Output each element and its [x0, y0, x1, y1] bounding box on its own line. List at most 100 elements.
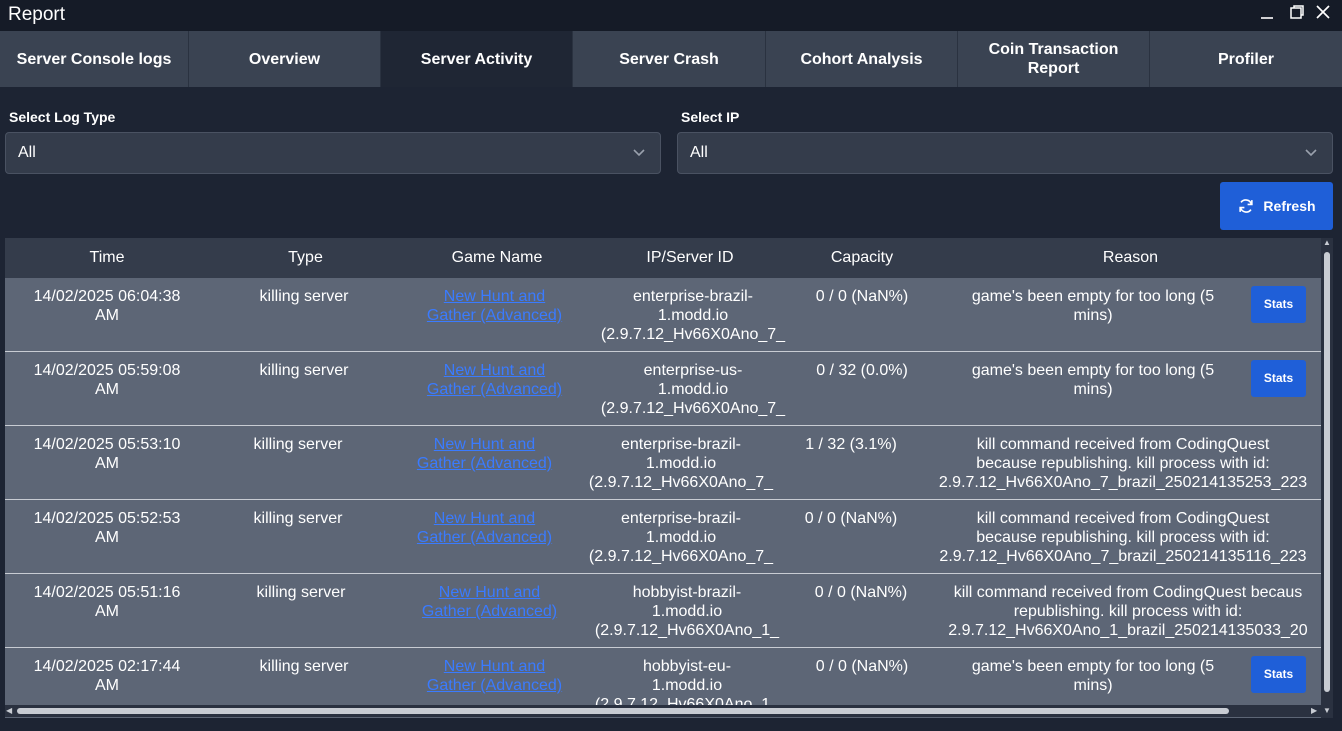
scroll-down-icon[interactable]: ▼ [1323, 706, 1331, 715]
game-name-link[interactable]: New Hunt and Gather (Advanced) [402, 657, 587, 695]
time-line: AM [95, 529, 119, 546]
reason-line: because republishing. kill process with … [976, 529, 1270, 546]
game-name-link[interactable]: New Hunt and Gather (Advanced) [402, 361, 587, 399]
ip-cell: hobbyist-brazil- 1.modd.io (2.9.7.12_Hv6… [589, 583, 785, 640]
type-cell: killing server [253, 510, 343, 527]
header-time: Time [89, 249, 125, 266]
vertical-scroll-thumb[interactable] [1324, 252, 1330, 692]
chevron-down-icon [1305, 149, 1317, 157]
window-title: Report [8, 4, 66, 25]
ip-line: enterprise-brazil- [632, 288, 754, 305]
reason-line: 2.9.7.12_Hv66X0Ano_1_brazil_250214135033… [948, 622, 1308, 639]
refresh-button[interactable]: Refresh [1220, 182, 1333, 230]
activity-table: Time Type Game Name IP/Server ID Capacit… [5, 238, 1333, 718]
close-icon[interactable] [1312, 3, 1334, 25]
ip-cell: enterprise-us- 1.modd.io (2.9.7.12_Hv66X… [595, 361, 791, 418]
type-cell: killing server [256, 584, 346, 601]
table-header: Time Type Game Name IP/Server ID Capacit… [5, 238, 1321, 278]
capacity-cell: 0 / 0 (NaN%) [815, 288, 909, 305]
tab-bar: Server Console logs Overview Server Acti… [0, 31, 1342, 87]
time-cell: 14/02/2025 02:17:44 AM [5, 657, 209, 695]
game-name-line: New Hunt and [433, 510, 536, 527]
reason-line: kill command received from CodingQuest b… [953, 584, 1303, 601]
ip-line: 1.modd.io [645, 529, 717, 546]
scroll-up-icon[interactable]: ▲ [1323, 238, 1331, 247]
log-type-select[interactable]: All [5, 132, 661, 174]
game-name-link[interactable]: New Hunt and Gather (Advanced) [392, 509, 577, 547]
capacity-cell: 0 / 0 (NaN%) [815, 658, 909, 675]
tab-profiler[interactable]: Profiler [1150, 31, 1342, 87]
ip-line: 1.modd.io [645, 455, 717, 472]
tab-server-crash[interactable]: Server Crash [573, 31, 766, 87]
game-name-line: Gather (Advanced) [426, 307, 563, 324]
game-name-line: New Hunt and [443, 658, 546, 675]
table-row: 14/02/2025 05:59:08 AM killing server Ne… [5, 352, 1321, 426]
refresh-icon [1239, 199, 1254, 213]
stats-button[interactable]: Stats [1251, 656, 1306, 693]
ip-line: 1.modd.io [651, 603, 723, 620]
reason-cell: kill command received from CodingQuest b… [925, 435, 1321, 492]
type-cell: killing server [253, 436, 343, 453]
game-name-link[interactable]: New Hunt and Gather (Advanced) [402, 287, 587, 325]
capacity-cell: 0 / 0 (NaN%) [814, 584, 908, 601]
time-line: 14/02/2025 05:59:08 [33, 362, 181, 379]
minimize-icon[interactable] [1256, 3, 1278, 25]
game-name-line: New Hunt and [438, 584, 541, 601]
reason-cell: kill command received from CodingQuest b… [925, 509, 1321, 566]
game-name-link[interactable]: New Hunt and Gather (Advanced) [392, 435, 577, 473]
log-type-value: All [18, 144, 36, 161]
horizontal-scroll-thumb[interactable] [17, 708, 1229, 714]
restore-icon[interactable] [1286, 3, 1308, 25]
ip-cell: enterprise-brazil- 1.modd.io (2.9.7.12_H… [583, 509, 779, 566]
ip-line: (2.9.7.12_Hv66X0Ano_7_ [588, 548, 774, 565]
reason-line: mins) [1073, 677, 1113, 694]
time-line: AM [95, 307, 119, 324]
header-capacity: Capacity [830, 249, 894, 266]
ip-label: Select IP [681, 109, 740, 125]
time-line: 14/02/2025 02:17:44 [33, 658, 181, 675]
tab-cohort-analysis[interactable]: Cohort Analysis [766, 31, 958, 87]
time-line: AM [95, 455, 119, 472]
time-line: 14/02/2025 05:51:16 [33, 584, 181, 601]
ip-line: (2.9.7.12_Hv66X0Ano_1_ [594, 622, 780, 639]
reason-line: game's been empty for too long (5 [971, 362, 1215, 379]
ip-line: (2.9.7.12_Hv66X0Ano_7_ [588, 474, 774, 491]
ip-line: (2.9.7.12_Hv66X0Ano_7_ [600, 326, 786, 343]
reason-line: mins) [1073, 381, 1113, 398]
header-game-name: Game Name [451, 249, 543, 266]
ip-select[interactable]: All [677, 132, 1333, 174]
scroll-left-icon[interactable]: ◀ [6, 706, 12, 715]
reason-line: mins) [1073, 307, 1113, 324]
reason-line: 2.9.7.12_Hv66X0Ano_7_brazil_250214135116… [939, 548, 1307, 565]
scroll-right-icon[interactable]: ▶ [1311, 706, 1317, 715]
reason-line: republishing. kill process with id: [1013, 603, 1243, 620]
ip-line: 1.modd.io [651, 677, 723, 694]
horizontal-scrollbar[interactable]: ◀ ▶ [5, 705, 1321, 717]
ip-value: All [690, 144, 708, 161]
reason-cell: game's been empty for too long (5 mins) [936, 361, 1250, 399]
tab-server-activity[interactable]: Server Activity [381, 31, 573, 87]
header-ip-server-id: IP/Server ID [646, 249, 734, 266]
vertical-scrollbar[interactable]: ▲ ▼ [1321, 238, 1333, 718]
tab-coin-transaction-report[interactable]: Coin Transaction Report [958, 31, 1150, 87]
game-name-link[interactable]: New Hunt and Gather (Advanced) [397, 583, 582, 621]
table-row: 14/02/2025 05:52:53 AM killing server Ne… [5, 500, 1321, 574]
chevron-down-icon [633, 149, 645, 157]
title-bar: Report [0, 0, 1342, 31]
stats-button[interactable]: Stats [1251, 360, 1306, 397]
time-cell: 14/02/2025 05:53:10 AM [5, 435, 209, 473]
time-cell: 14/02/2025 05:52:53 AM [5, 509, 209, 547]
tab-server-console-logs[interactable]: Server Console logs [0, 31, 189, 87]
ip-cell: enterprise-brazil- 1.modd.io (2.9.7.12_H… [595, 287, 791, 344]
reason-line: game's been empty for too long (5 [971, 288, 1215, 305]
time-line: 14/02/2025 05:53:10 [33, 436, 181, 453]
capacity-cell: 0 / 0 (NaN%) [804, 510, 898, 527]
tab-overview[interactable]: Overview [189, 31, 381, 87]
reason-cell: kill command received from CodingQuest b… [935, 583, 1321, 640]
game-name-line: New Hunt and [433, 436, 536, 453]
ip-line: enterprise-brazil- [620, 510, 742, 527]
log-type-label: Select Log Type [9, 109, 116, 125]
ip-cell: enterprise-brazil- 1.modd.io (2.9.7.12_H… [583, 435, 779, 492]
time-line: AM [95, 677, 119, 694]
stats-button[interactable]: Stats [1251, 286, 1306, 323]
